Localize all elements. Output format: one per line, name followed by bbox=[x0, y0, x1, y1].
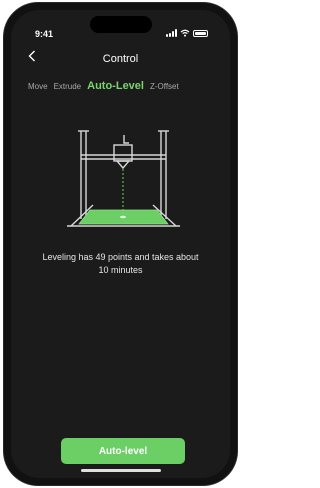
phone-frame: 9:41 Control Move Extrude Auto-Level Z-O… bbox=[4, 3, 237, 485]
battery-icon bbox=[193, 29, 208, 37]
leveling-description-line2: 10 minutes bbox=[98, 265, 143, 275]
dynamic-island bbox=[89, 16, 152, 33]
cellular-signal-icon bbox=[166, 29, 177, 37]
auto-level-button[interactable]: Auto-level bbox=[61, 438, 185, 464]
printer-bed-leveling-icon bbox=[67, 130, 180, 227]
tab-move[interactable]: Move bbox=[28, 82, 48, 91]
status-icons bbox=[166, 29, 208, 37]
tab-bar: Move Extrude Auto-Level Z-Offset bbox=[28, 80, 179, 92]
screen: 9:41 Control Move Extrude Auto-Level Z-O… bbox=[11, 10, 230, 478]
tab-extrude[interactable]: Extrude bbox=[54, 82, 82, 91]
leveling-description: Leveling has 49 points and takes about 1… bbox=[21, 251, 220, 277]
leveling-description-line1: Leveling has 49 points and takes about bbox=[42, 252, 199, 262]
page-title: Control bbox=[102, 53, 139, 65]
tab-z-offset[interactable]: Z-Offset bbox=[150, 82, 179, 91]
wifi-icon bbox=[180, 29, 190, 37]
status-time: 9:41 bbox=[35, 29, 54, 39]
home-indicator bbox=[80, 469, 161, 472]
tab-auto-level[interactable]: Auto-Level bbox=[87, 80, 144, 92]
